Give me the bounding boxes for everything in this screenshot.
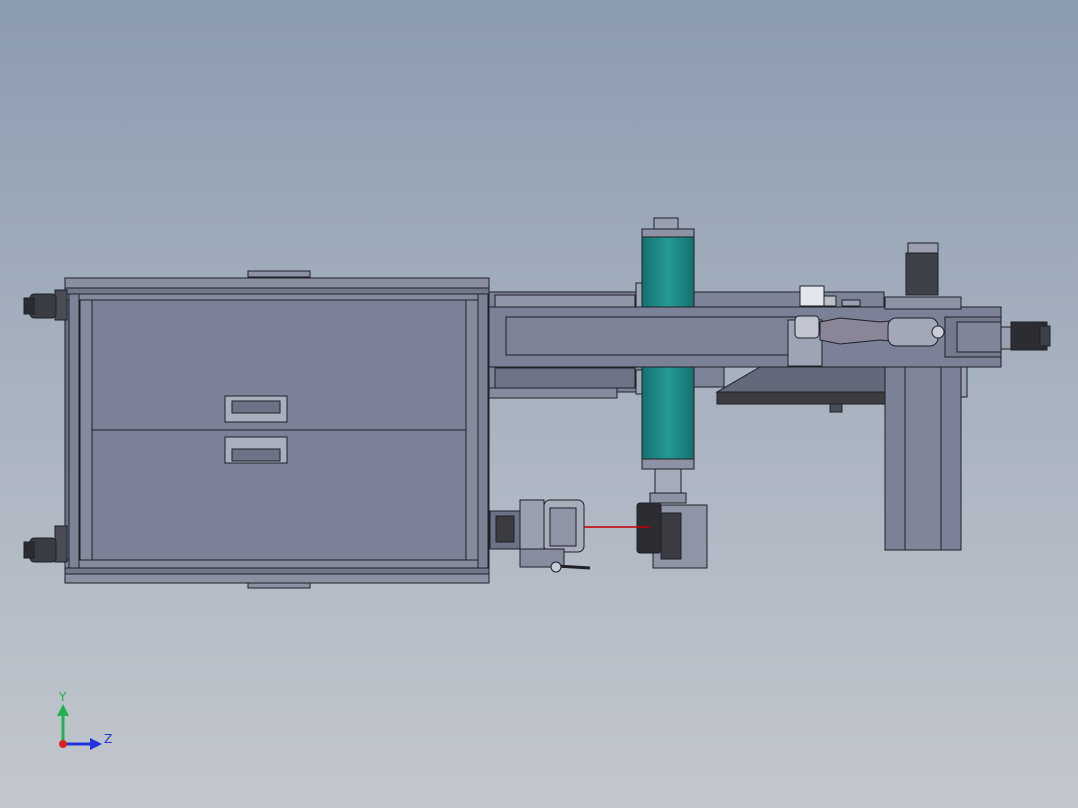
cabinet xyxy=(64,270,490,589)
right-tower xyxy=(884,242,968,551)
x-axis-dot xyxy=(59,740,67,748)
dust-hood xyxy=(715,366,893,413)
orientation-triad xyxy=(57,704,102,750)
machine-model[interactable] xyxy=(0,0,1078,808)
laser-head xyxy=(636,502,708,569)
drawer-handle-bottom xyxy=(224,436,288,464)
sensor-box xyxy=(799,285,825,307)
caster-top xyxy=(23,289,68,321)
z-axis-label: Z xyxy=(104,732,113,746)
y-axis-label: Y xyxy=(59,690,67,704)
cad-viewport[interactable]: Y Z xyxy=(0,0,1078,808)
side-motor xyxy=(1000,321,1051,351)
chuck-assembly xyxy=(489,499,591,573)
caster-bottom xyxy=(23,525,68,563)
drawer-handle-top xyxy=(224,395,288,423)
